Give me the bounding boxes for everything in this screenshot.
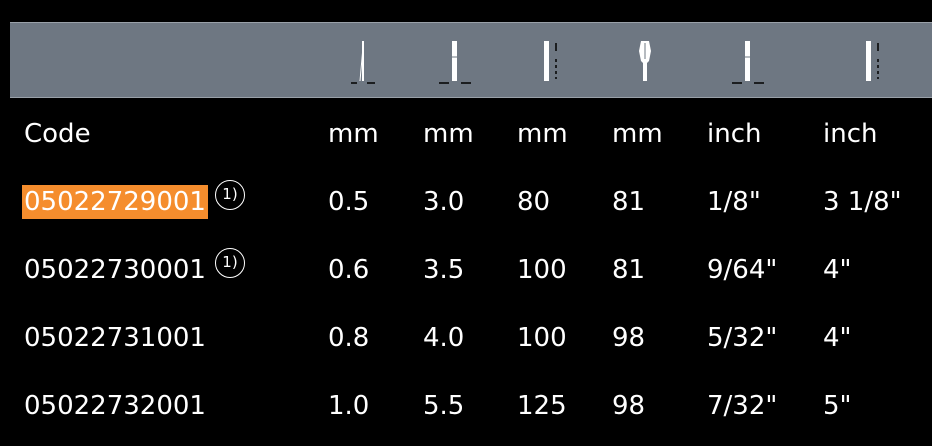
table-cell: 100 <box>517 323 567 353</box>
article-code[interactable]: 05022731001 <box>24 321 206 355</box>
blade-width-icon <box>343 37 383 85</box>
table-cell: 5/32" <box>707 323 778 353</box>
footnote-badge: 1) <box>215 180 245 210</box>
table-cell: 3.5 <box>423 255 465 285</box>
total-length-icon <box>625 37 665 85</box>
unit-header: mm <box>328 119 379 149</box>
dimension-icon-header <box>10 22 932 98</box>
table-cell: 80 <box>517 187 551 217</box>
unit-header: mm <box>423 119 474 149</box>
table-cell: 81 <box>612 187 646 217</box>
article-code-link[interactable]: 05022729001 <box>22 185 208 219</box>
table-cell: 7/32" <box>707 391 778 421</box>
table-cell: 98 <box>612 323 646 353</box>
unit-header: inch <box>707 119 762 149</box>
blade-length-icon <box>530 37 570 85</box>
table-cell: 0.8 <box>328 323 370 353</box>
table-cell: 9/64" <box>707 255 778 285</box>
table-cell: 1/8" <box>707 187 761 217</box>
blade-thickness-icon <box>435 37 475 85</box>
table-cell: 5.5 <box>423 391 465 421</box>
table-cell: 4" <box>823 323 852 353</box>
table-cell: 3 1/8" <box>823 187 902 217</box>
blade-thickness-inch-icon <box>728 37 768 85</box>
article-code[interactable]: 05022732001 <box>24 389 206 423</box>
table-cell: 100 <box>517 255 567 285</box>
table-cell: 3.0 <box>423 187 465 217</box>
table-cell: 125 <box>517 391 567 421</box>
table-cell: 4.0 <box>423 323 465 353</box>
table-cell: 0.5 <box>328 187 370 217</box>
table-cell: 4" <box>823 255 852 285</box>
article-code[interactable]: 05022730001 <box>24 253 206 287</box>
table-cell: 5" <box>823 391 852 421</box>
footnote-badge: 1) <box>215 248 245 278</box>
table-cell: 0.6 <box>328 255 370 285</box>
unit-header: mm <box>517 119 568 149</box>
unit-header: inch <box>823 119 878 149</box>
code-column-header: Code <box>24 119 91 149</box>
table-cell: 81 <box>612 255 646 285</box>
blade-length-inch-icon <box>852 37 892 85</box>
unit-header: mm <box>612 119 663 149</box>
table-cell: 98 <box>612 391 646 421</box>
table-cell: 1.0 <box>328 391 370 421</box>
